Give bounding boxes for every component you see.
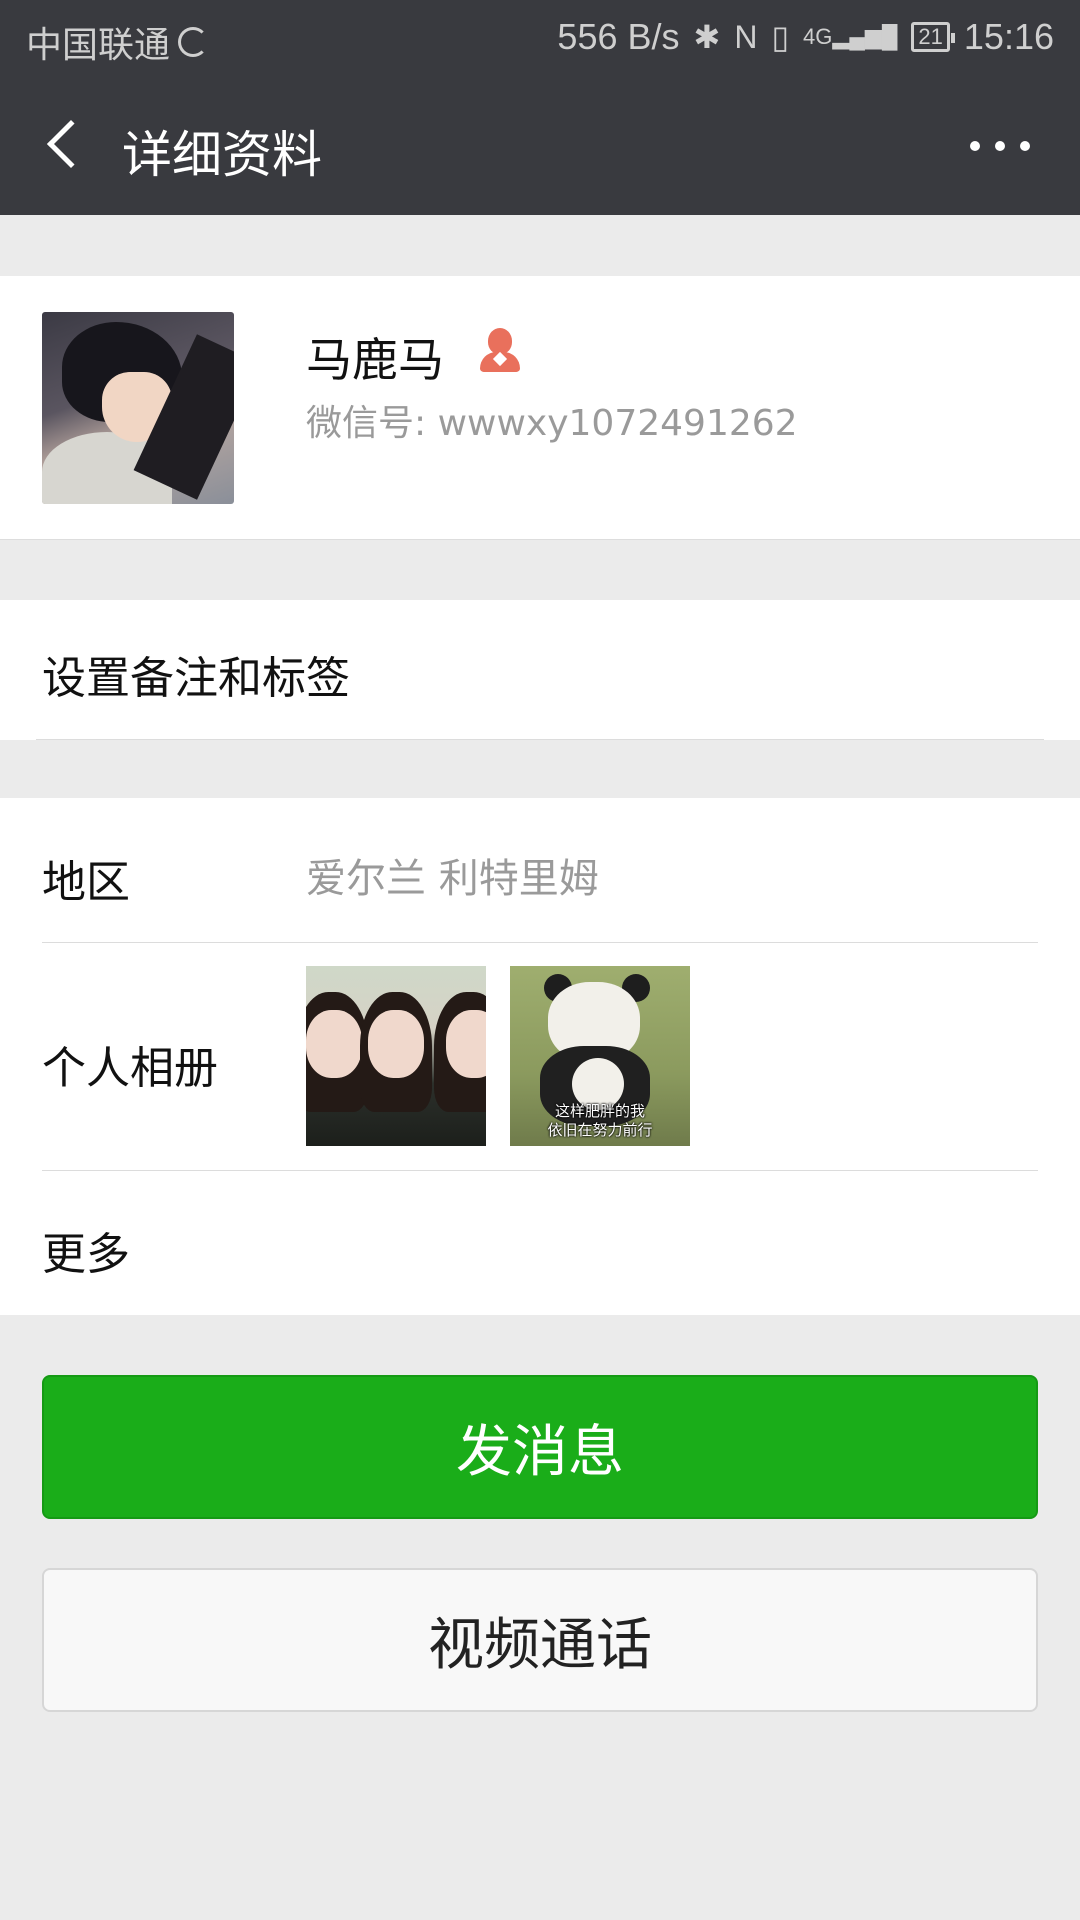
region-label: 地区 xyxy=(42,857,130,908)
details-section: 地区 爱尔兰 利特里姆 个人相册 这样肥胖的我 依旧在努力前行 更多 xyxy=(0,798,1080,1315)
profile-card: 马鹿马 微信号: wwwxy1072491262 xyxy=(0,276,1080,540)
contact-name: 马鹿马 xyxy=(306,333,444,387)
status-bar: 中国联通 556 B/s ✱ N ▯ 4G▂▄▆█ 21 15:16 xyxy=(0,0,1080,75)
divider xyxy=(36,739,1044,740)
back-arrow-icon[interactable] xyxy=(40,117,100,177)
album-thumbnails: 这样肥胖的我 依旧在努力前行 xyxy=(306,966,690,1146)
region-value: 爱尔兰 利特里姆 xyxy=(306,856,599,902)
remark-tags-label: 设置备注和标签 xyxy=(42,653,350,704)
video-call-button[interactable]: 视频通话 xyxy=(42,1568,1038,1712)
send-message-button[interactable]: 发消息 xyxy=(42,1375,1038,1519)
album-photo[interactable]: 这样肥胖的我 依旧在努力前行 xyxy=(510,966,690,1146)
photo-caption: 这样肥胖的我 依旧在努力前行 xyxy=(510,1102,690,1140)
loading-icon xyxy=(178,27,209,57)
divider xyxy=(42,942,1038,943)
divider xyxy=(42,1170,1038,1171)
page-title: 详细资料 xyxy=(122,126,322,184)
status-right: 556 B/s ✱ N ▯ 4G▂▄▆█ 21 15:16 xyxy=(557,16,1054,58)
wechat-id: 微信号: wwwxy1072491262 xyxy=(306,403,798,444)
more-label: 更多 xyxy=(42,1229,130,1280)
more-options-icon[interactable] xyxy=(970,131,1030,161)
battery-icon: 21 xyxy=(911,22,956,52)
signal-icon: 4G▂▄▆█ xyxy=(803,24,898,49)
bluetooth-icon: ✱ xyxy=(693,19,721,55)
vibrate-icon: ▯ xyxy=(771,19,790,55)
female-gender-icon xyxy=(476,326,524,374)
signal-label: 4G xyxy=(803,24,833,49)
photo-caption-line: 依旧在努力前行 xyxy=(547,1121,653,1139)
battery-level: 21 xyxy=(918,24,943,49)
carrier-name: 中国联通 xyxy=(26,24,171,65)
nfc-icon: N xyxy=(734,18,758,55)
photo-caption-line: 这样肥胖的我 xyxy=(554,1102,645,1120)
remark-tags-row[interactable]: 设置备注和标签 xyxy=(0,600,1080,740)
album-photo[interactable] xyxy=(306,966,486,1146)
network-speed: 556 B/s xyxy=(557,16,680,57)
clock: 15:16 xyxy=(963,16,1054,57)
avatar[interactable] xyxy=(42,312,234,504)
nav-bar: 详细资料 xyxy=(0,75,1080,215)
album-label: 个人相册 xyxy=(42,1043,218,1094)
status-left: 中国联通 xyxy=(26,16,209,68)
